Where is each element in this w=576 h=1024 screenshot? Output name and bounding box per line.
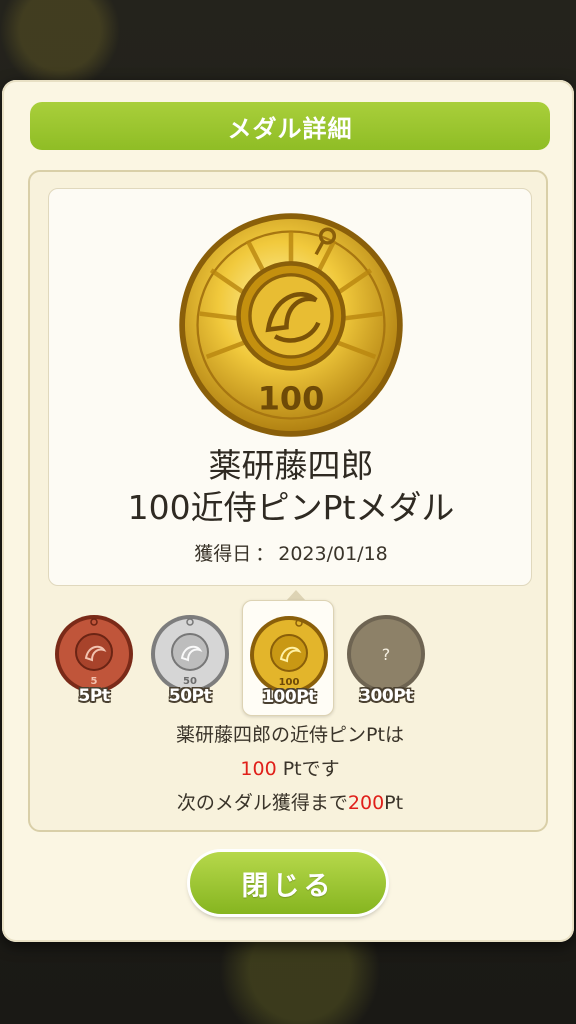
- info-current-points: 100 Ptです: [30, 754, 550, 781]
- medal-tier-5pt[interactable]: 5 5Pt: [48, 600, 140, 716]
- medal-tier-100pt[interactable]: 100 100Pt: [242, 600, 334, 716]
- medal-name-line2: 100近侍ピンPtメダル: [127, 488, 455, 527]
- gold-medal-small-icon: 100: [250, 616, 328, 694]
- dialog-title: メダル詳細: [30, 102, 550, 150]
- next-medal-suffix: Pt: [384, 792, 404, 814]
- medal-name-line1: 薬研藤四郎: [208, 446, 374, 485]
- next-medal-points: 200: [347, 792, 385, 814]
- info-next-medal: 次のメダル獲得まで200Pt: [30, 788, 550, 815]
- acquired-date: 2023/01/18: [278, 543, 388, 565]
- medal-pt-label: 50Pt: [168, 686, 212, 706]
- acquired-separator: ：: [255, 543, 275, 565]
- close-button[interactable]: 閉じる: [190, 852, 386, 914]
- current-points-suffix: Ptです: [276, 758, 340, 780]
- info-current-points-label: 薬研藤四郎の近侍ピンPtは: [176, 724, 404, 746]
- medal-face-number: 100: [258, 379, 325, 417]
- silver-medal-icon: 50: [151, 615, 229, 693]
- medal-pt-label: 5Pt: [78, 686, 110, 706]
- medal-detail-dialog: メダル詳細 100 薬研藤四郎 100近侍ピンPtメダル 獲得日 ： 2023/…: [2, 80, 574, 942]
- current-points-value: 100: [240, 758, 277, 780]
- svg-text:?: ?: [382, 645, 391, 664]
- medal-tier-50pt[interactable]: 50 50Pt: [144, 600, 236, 716]
- medal-tier-300pt[interactable]: ? 300Pt: [340, 600, 432, 716]
- gold-medal-icon: 100: [179, 213, 403, 437]
- content-frame: 100 薬研藤四郎 100近侍ピンPtメダル 獲得日： 2023/01/18 5 …: [28, 170, 548, 832]
- bronze-medal-icon: 5: [55, 615, 133, 693]
- medal-pt-label: 100Pt: [262, 687, 316, 707]
- acquired-label: 獲得日: [194, 543, 252, 565]
- medal-detail-card: 100 薬研藤四郎 100近侍ピンPtメダル 獲得日： 2023/01/18: [48, 188, 532, 586]
- locked-medal-icon: ?: [347, 615, 425, 693]
- next-medal-prefix: 次のメダル獲得まで: [176, 792, 348, 814]
- acquired-date-row: 獲得日： 2023/01/18: [49, 539, 533, 566]
- medal-pt-label: 300Pt: [359, 686, 413, 706]
